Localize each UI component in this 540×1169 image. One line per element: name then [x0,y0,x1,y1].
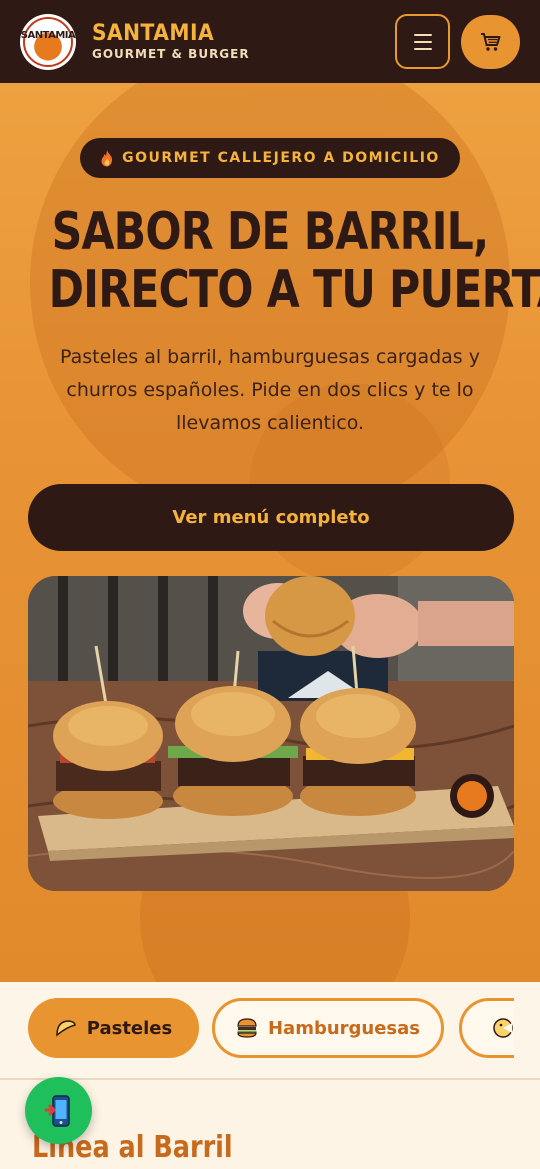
phone-icon [44,1094,70,1127]
menu-button[interactable] [395,14,450,69]
hero-description: Pasteles al barril, hamburguesas cargada… [60,346,480,434]
headline-line-2: DIRECTO A TU PUERTA [48,260,540,320]
churro-icon [493,1018,513,1038]
tab-hamburguesas[interactable]: Hamburguesas [212,998,444,1058]
brand-tagline: GOURMET & BURGER [92,46,250,61]
view-menu-button[interactable]: Ver menú completo [28,484,514,551]
tab-pasteles[interactable]: Pasteles [28,998,199,1058]
fire-icon [101,149,113,166]
cart-button[interactable] [461,15,520,69]
logo-badge: SANTAMIA [20,16,76,67]
cart-icon [480,33,500,51]
whatsapp-call-button[interactable] [25,1077,92,1144]
hero-food-illustration [28,576,514,891]
hero-section: GOURMET CALLEJERO A DOMICILIO SABOR DE B… [0,83,540,982]
pastel-icon [55,1020,76,1037]
site-header: SANTAMIA SANTAMIA GOURMET & BURGER [0,0,540,83]
tab-hamburguesas-label: Hamburguesas [267,1017,421,1039]
view-menu-label: Ver menú completo [172,507,370,528]
hero-headline: SABOR DE BARRIL, DIRECTO A TU PUERTA [48,202,540,320]
logo-text: SANTAMIA [20,30,76,41]
burger-icon [237,1018,257,1038]
burgers-and-pastel-photo [28,576,514,891]
tabs-scroll-edge [514,982,540,1078]
tab-pasteles-label: Pasteles [86,1017,173,1039]
hamburger-menu-icon [413,33,432,50]
hero-badge-text: GOURMET CALLEJERO A DOMICILIO [122,150,440,166]
brand-block: SANTAMIA GOURMET & BURGER [92,20,250,61]
headline-line-1: SABOR DE BARRIL, [51,202,490,262]
brand-logo[interactable]: SANTAMIA [20,13,76,70]
brand-name: SANTAMIA [92,20,215,46]
hero-badge: GOURMET CALLEJERO A DOMICILIO [80,138,460,178]
category-tabs: Pasteles Hamburguesas [0,982,540,1080]
